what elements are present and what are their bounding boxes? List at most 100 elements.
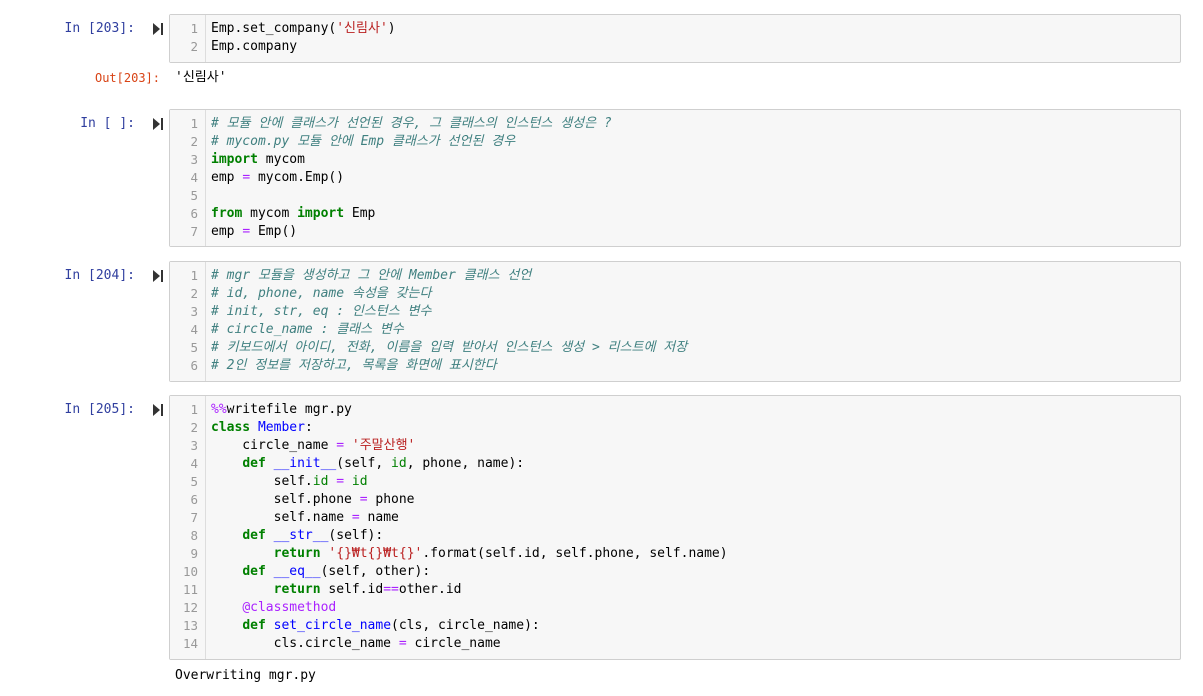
code-token: '{}₩t{}₩t{}' [328, 546, 423, 561]
code-token: __str__ [273, 528, 329, 543]
code-token: = [359, 492, 368, 507]
line-number: 14 [182, 636, 198, 651]
code-text: self.phone = phone [211, 491, 415, 509]
code-text: self.id = id [211, 473, 368, 491]
code-token: mycom [242, 206, 298, 221]
code-token: '주말산행' [351, 438, 416, 453]
code-token: import [211, 152, 258, 167]
code-token: = [398, 636, 407, 651]
code-token: def [242, 528, 266, 543]
code-text: return '{}₩t{}₩t{}'.format(self.id, self… [211, 545, 728, 563]
run-cell-icon[interactable] [152, 403, 164, 417]
code-token: emp [211, 224, 243, 239]
code-token: def [242, 456, 266, 471]
code-token: __init__ [273, 456, 337, 471]
code-text: # init, str, eq : 인스턴스 변수 [211, 303, 431, 321]
code-text: %%writefile mgr.py [211, 401, 352, 419]
code-text: return self.id==other.id [211, 581, 462, 599]
code-token: = [242, 224, 251, 239]
code-token: Emp() [250, 224, 298, 239]
code-token: mycom [257, 152, 305, 167]
run-cell-icon[interactable] [152, 22, 164, 36]
code-editor[interactable]: 1 Emp.set_company('신림사') 2 Emp.company [169, 14, 1181, 63]
code-token: = [336, 474, 345, 489]
code-text: cls.circle_name = circle_name [211, 635, 501, 653]
stream-output: Overwriting mgr.py [175, 668, 316, 683]
code-token: import [297, 206, 345, 221]
code-token: .format(self.id, self.phone, self.name) [422, 546, 728, 561]
code-token: set_circle_name [273, 618, 392, 633]
output-result: '신림사' [175, 70, 227, 85]
code-token: mycom.Emp() [250, 170, 345, 185]
code-token: == [383, 582, 399, 597]
code-text: Emp.company [211, 38, 297, 56]
line-number: 3 [190, 152, 198, 167]
code-token: # 키보드에서 아이디, 전화, 이름을 입력 받아서 인스턴스 생성 > 리스… [211, 340, 688, 355]
run-cell-icon[interactable] [152, 117, 164, 131]
line-number: 6 [190, 206, 198, 221]
code-text: circle_name = '주말산행' [211, 437, 415, 455]
input-prompt: In [203]: [64, 21, 135, 36]
code-text: emp = Emp() [211, 223, 297, 241]
line-number: 2 [190, 286, 198, 301]
code-token: name [359, 510, 399, 525]
input-prompt: In [204]: [64, 268, 135, 283]
line-number: 5 [190, 340, 198, 355]
code-token: circle_name [406, 636, 501, 651]
code-token: self. [211, 474, 313, 489]
line-number: 2 [190, 420, 198, 435]
line-number: 8 [190, 528, 198, 543]
code-token: Emp.company [211, 39, 298, 54]
code-text: # 모듈 안에 클래스가 선언된 경우, 그 클래스의 인스턴스 생성은 ? [211, 115, 612, 133]
code-text: def __init__(self, id, phone, name): [211, 455, 524, 473]
code-token: : [304, 420, 313, 435]
line-number: 4 [190, 322, 198, 337]
code-token: emp [211, 170, 243, 185]
code-text: # 2인 정보를 저장하고, 목록을 화면에 표시한다 [211, 357, 497, 375]
line-number: 1 [190, 116, 198, 131]
code-token: def [242, 618, 266, 633]
code-text: def set_circle_name(cls, circle_name): [211, 617, 540, 635]
code-token: Member [257, 420, 305, 435]
code-token: from [211, 206, 243, 221]
line-number: 11 [182, 582, 198, 597]
line-number: 3 [190, 304, 198, 319]
code-editor[interactable]: 1 # 모듈 안에 클래스가 선언된 경우, 그 클래스의 인스턴스 생성은 ? 2… [169, 109, 1181, 247]
code-token: = [336, 438, 345, 453]
line-number: 1 [190, 268, 198, 283]
code-text: self.name = name [211, 509, 399, 527]
line-number: 5 [190, 188, 198, 203]
code-token: # 모듈 안에 클래스가 선언된 경우, 그 클래스의 인스턴스 생성은 ? [211, 116, 612, 131]
line-number: 7 [190, 224, 198, 239]
code-editor[interactable]: 1 %%writefile mgr.py 2 class Member: 3 circl… [169, 395, 1181, 660]
code-text: def __str__(self): [211, 527, 383, 545]
code-token: class [211, 420, 251, 435]
code-token: Emp [344, 206, 376, 221]
line-number: 12 [182, 600, 198, 615]
code-token: (cls, circle_name): [391, 618, 540, 633]
code-editor[interactable]: 1 # mgr 모듈을 생성하고 그 안에 Member 클래스 선언 2 # id,… [169, 261, 1181, 382]
code-token: (self, [336, 456, 392, 471]
line-number: 6 [190, 358, 198, 373]
code-token: = [351, 510, 360, 525]
code-token: # init, str, eq : 인스턴스 변수 [211, 304, 432, 319]
code-token: circle_name [211, 438, 337, 453]
run-cell-icon[interactable] [152, 269, 164, 283]
line-number: 2 [190, 134, 198, 149]
code-token: phone [367, 492, 415, 507]
line-number: 1 [190, 21, 198, 36]
code-text: class Member: [211, 419, 313, 437]
code-text: Emp.set_company('신림사') [211, 20, 396, 38]
code-text: # circle_name : 클래스 변수 [211, 321, 404, 339]
line-number: 9 [190, 546, 198, 561]
code-token: __eq__ [273, 564, 321, 579]
line-number: 4 [190, 456, 198, 471]
code-token: id [312, 474, 329, 489]
code-token: ) [387, 21, 396, 36]
